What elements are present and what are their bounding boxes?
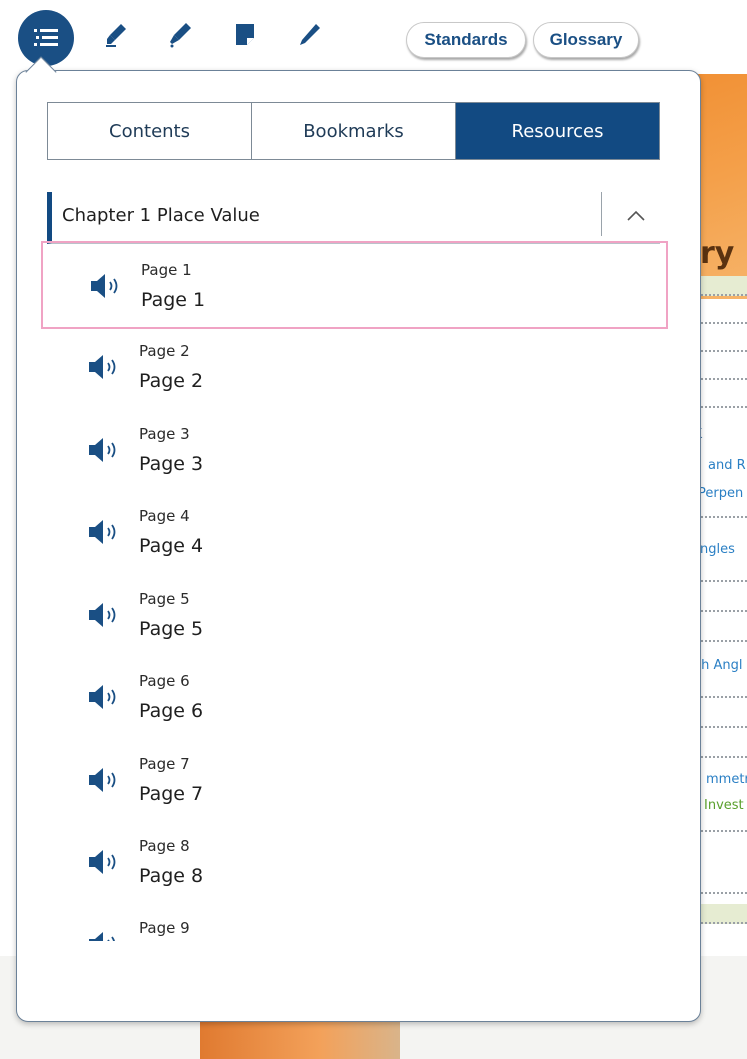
tab-resources[interactable]: Resources	[456, 103, 659, 159]
list-item[interactable]: Page 7 Page 7	[41, 737, 668, 825]
list-item[interactable]: Page 4 Page 4	[41, 489, 668, 577]
highlighter-icon	[106, 24, 126, 47]
audio-icon	[89, 438, 116, 462]
audio-icon	[89, 685, 116, 709]
item-label: Page 4	[139, 507, 190, 525]
item-label: Page 3	[139, 425, 190, 443]
audio-icon	[91, 274, 118, 298]
item-label: Page 5	[139, 590, 190, 608]
resource-list: Page 1 Page 1 Page 2 Page 2 Page 3 Page …	[41, 241, 669, 941]
pen-tool-button[interactable]	[296, 22, 322, 48]
item-title: Page 3	[139, 453, 204, 475]
list-item[interactable]: Page 5 Page 5	[41, 572, 668, 660]
audio-icon	[89, 768, 116, 792]
audio-icon	[89, 520, 116, 544]
list-item[interactable]: Page 2 Page 2	[41, 324, 668, 412]
list-item[interactable]: Page 3 Page 3	[41, 407, 668, 495]
chapter-title: Chapter 1 Place Value	[62, 205, 260, 226]
item-title: Page 8	[139, 865, 204, 887]
note-tool-button[interactable]	[232, 22, 258, 48]
item-title: Page 1	[141, 289, 206, 311]
pen-icon	[300, 24, 320, 45]
audio-icon	[89, 932, 115, 941]
audio-icon	[89, 850, 116, 874]
list-item[interactable]: Page 9	[41, 901, 668, 941]
item-label: Page 2	[139, 342, 190, 360]
tab-bookmarks[interactable]: Bookmarks	[252, 103, 456, 159]
item-label: Page 6	[139, 672, 190, 690]
item-title: Page 2	[139, 370, 204, 392]
note-icon	[236, 24, 254, 45]
book-header-title: ry	[700, 236, 735, 271]
book-lesson-link: th Angl	[696, 658, 743, 673]
standards-button[interactable]: Standards	[406, 22, 526, 58]
chapter-divider	[601, 192, 602, 236]
item-title: Page 4	[139, 535, 204, 557]
book-investigation-link: Invest	[704, 798, 744, 813]
marker-tool-button[interactable]	[167, 22, 193, 48]
popup-tabs: Contents Bookmarks Resources	[47, 102, 660, 160]
book-lesson-link: ngles	[700, 542, 735, 557]
glossary-button[interactable]: Glossary	[533, 22, 639, 58]
item-title: Page 5	[139, 618, 204, 640]
item-label: Page 9	[139, 919, 190, 937]
tab-contents[interactable]: Contents	[48, 103, 252, 159]
book-lesson-link: and R	[708, 458, 746, 473]
list-item[interactable]: Page 1 Page 1	[41, 241, 668, 329]
chapter-collapse-button[interactable]	[622, 202, 650, 230]
item-label: Page 8	[139, 837, 190, 855]
highlighter-tool-button[interactable]	[104, 22, 130, 48]
item-label: Page 7	[139, 755, 190, 773]
item-label: Page 1	[141, 261, 192, 279]
item-title: Page 6	[139, 700, 204, 722]
book-cover-image	[200, 1020, 400, 1059]
book-lesson-link: mmetr	[706, 772, 747, 787]
top-toolbar: Standards Glossary	[0, 0, 747, 66]
audio-icon	[89, 355, 116, 379]
list-item[interactable]: Page 6 Page 6	[41, 654, 668, 742]
table-of-contents-icon	[34, 29, 58, 46]
marker-icon	[170, 23, 191, 48]
item-title: Page 7	[139, 783, 204, 805]
audio-icon	[89, 603, 116, 627]
table-of-contents-button[interactable]	[18, 10, 74, 66]
chevron-up-icon	[627, 210, 645, 221]
list-item[interactable]: Page 8 Page 8	[41, 819, 668, 907]
chapter-header[interactable]: Chapter 1 Place Value	[47, 192, 660, 244]
resources-popup: Contents Bookmarks Resources Chapter 1 P…	[16, 70, 701, 1022]
